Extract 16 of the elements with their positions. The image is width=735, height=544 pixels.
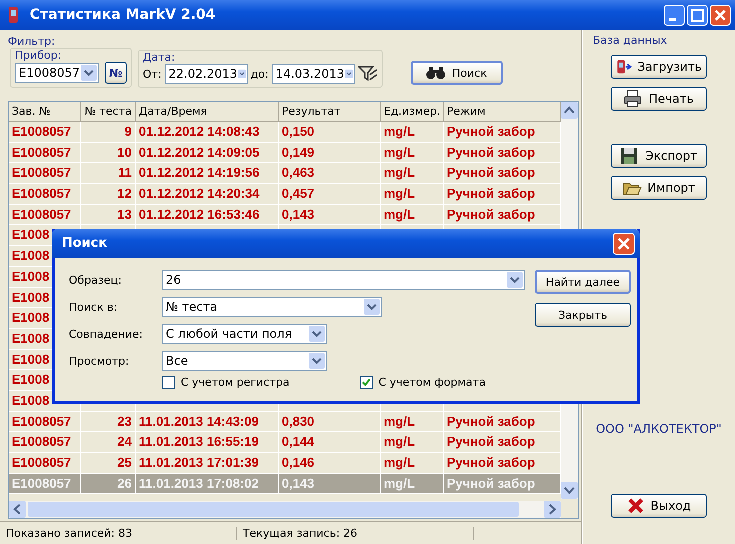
window-title: Статистика MarkV 2.04 — [30, 7, 217, 23]
group-label: Фильтр: — [8, 35, 56, 48]
table-cell: mg/L — [381, 474, 444, 494]
company-name: ООО "АЛКОТЕКТОР" — [596, 422, 722, 436]
group-label: База данных — [593, 34, 668, 47]
status-text: Показано записей: 83 — [0, 526, 237, 540]
from-label: От: — [143, 68, 162, 80]
group-label: Прибор: — [15, 49, 63, 62]
table-cell: E1008057 — [9, 474, 81, 494]
table-cell: 0,143 — [279, 474, 381, 494]
group-label: Дата: — [143, 51, 176, 64]
table-cell: 26 — [81, 474, 136, 494]
to-label: до: — [250, 68, 269, 80]
table-cell: Ручной забор — [444, 474, 561, 494]
status-text: Текущая запись: 26 — [237, 526, 474, 540]
table-cell: 11.01.2013 17:08:02 — [136, 474, 279, 494]
